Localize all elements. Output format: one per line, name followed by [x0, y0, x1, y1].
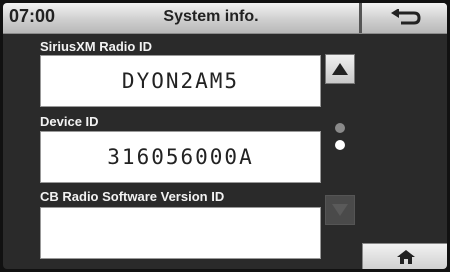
device-id-label: Device ID — [40, 114, 99, 129]
siriusxm-radio-id-field: DYON2AM5 — [40, 55, 321, 107]
home-button[interactable] — [362, 243, 447, 269]
back-arrow-icon — [390, 9, 421, 25]
cb-radio-software-version-id-label: CB Radio Software Version ID — [40, 189, 225, 204]
back-button[interactable] — [362, 3, 447, 33]
triangle-down-icon — [332, 204, 348, 216]
siriusxm-radio-id-label: SiriusXM Radio ID — [40, 39, 152, 54]
page-indicator-dot-1 — [335, 123, 345, 133]
triangle-up-icon — [332, 63, 348, 75]
siriusxm-radio-id-value: DYON2AM5 — [121, 69, 240, 93]
cb-radio-software-version-id-field — [40, 207, 321, 259]
system-info-screen: 07:00 System info. SiriusXM Radio ID DYO… — [3, 3, 447, 269]
home-icon — [396, 250, 415, 264]
scroll-up-button[interactable] — [325, 54, 355, 84]
page-indicator-dot-2 — [335, 140, 345, 150]
device-id-value: 316056000A — [107, 145, 254, 169]
clock: 07:00 — [9, 6, 56, 26]
scroll-down-button[interactable] — [325, 195, 355, 225]
page-title: System info. — [163, 8, 259, 25]
device-id-field: 316056000A — [40, 131, 321, 183]
